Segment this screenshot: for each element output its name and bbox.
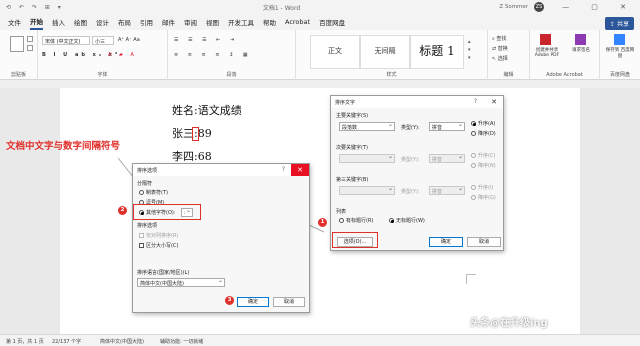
tab-separator-radio[interactable] (139, 190, 144, 195)
sort-help-button[interactable]: ? (474, 98, 477, 105)
status-bar: 第 1 页，共 1 页 22/137 个字 简体中文(中国大陆) 辅助功能: 一… (0, 334, 640, 346)
other-char-highlight (133, 204, 201, 220)
primary-key-select[interactable]: 段落数 (339, 121, 395, 131)
secondary-desc-label: 降序(N) (478, 163, 496, 169)
header-row-radio[interactable] (339, 218, 344, 223)
primary-key-label: 主要关键字(S) (336, 113, 369, 119)
sort-close-button[interactable]: ✕ (485, 96, 503, 108)
primary-asc-radio[interactable] (471, 121, 476, 126)
tab-separator-label: 制表符(T) (146, 190, 168, 196)
column-only-label: 仅对列排序(R) (146, 233, 179, 239)
secondary-key-select[interactable] (339, 153, 395, 163)
secondary-asc-radio[interactable] (471, 153, 476, 158)
sort-ok-button[interactable]: 确定 (429, 237, 463, 247)
sort-text-dialog: 排序文字 ? ✕ 主要关键字(S) 段落数 类型(Y): 拼音 升序(A) 降序… (330, 95, 504, 251)
secondary-asc-label: 升序(C) (478, 153, 496, 159)
third-key-label: 第三关键字(B) (336, 177, 369, 183)
third-desc-radio[interactable] (471, 195, 476, 200)
sort-options-dialog: 排序选项 ? ✕ 分隔符 制表符(T) 逗号(M) 其他字符(O): : 排序选… (132, 163, 310, 313)
no-header-row-radio[interactable] (389, 218, 394, 223)
third-type-label: 类型(Y): (401, 189, 420, 195)
accessibility-status[interactable]: 辅助功能: 一切就绪 (160, 338, 203, 345)
sort-dialog-title: 排序文字 (331, 96, 503, 108)
third-asc-label: 升序(I) (478, 185, 494, 191)
secondary-type-select[interactable]: 拼音 (429, 153, 465, 163)
third-key-select[interactable] (339, 185, 395, 195)
secondary-type-label: 类型(Y): (401, 157, 420, 163)
sort-options-section-label: 排序选项 (137, 223, 158, 229)
separator-label: 分隔符 (137, 181, 153, 187)
word-count[interactable]: 22/137 个字 (52, 338, 81, 345)
secondary-key-label: 次要关键字(T) (336, 145, 368, 151)
primary-desc-label: 降序(D) (478, 131, 496, 137)
options-button-highlight (332, 232, 378, 248)
header-row-label: 有标题行(R) (346, 218, 374, 224)
third-desc-label: 降序(G) (478, 195, 496, 201)
step-badge-1: 1 (318, 218, 327, 227)
step-badge-2: 2 (118, 206, 127, 215)
primary-asc-label: 升序(A) (478, 121, 496, 127)
third-asc-radio[interactable] (471, 185, 476, 190)
list-label: 列表 (336, 209, 347, 215)
watermark: 头条@在升级ing (470, 318, 548, 329)
options-ok-button[interactable]: 确定 (237, 297, 269, 307)
annotation-arrows (117, 157, 325, 233)
primary-type-select[interactable]: 拼音 (429, 121, 465, 131)
options-cancel-button[interactable]: 取消 (273, 297, 305, 307)
language-select[interactable]: 简体中文(中国大陆) (137, 277, 225, 287)
language-status[interactable]: 简体中文(中国大陆) (100, 338, 144, 345)
column-only-checkbox[interactable] (139, 233, 144, 238)
language-label: 排序语言(国家/地区)(L) (137, 270, 190, 276)
step-badge-3: 3 (225, 296, 234, 305)
primary-type-label: 类型(Y): (401, 125, 420, 131)
case-sensitive-label: 区分大小写(C) (146, 243, 179, 249)
options-close-button[interactable]: ✕ (291, 164, 309, 176)
page-count[interactable]: 第 1 页，共 1 页 (6, 338, 44, 345)
no-header-row-label: 无标题行(W) (396, 218, 425, 224)
secondary-desc-radio[interactable] (471, 163, 476, 168)
options-help-button[interactable]: ? (282, 166, 285, 173)
primary-desc-radio[interactable] (471, 131, 476, 136)
third-type-select[interactable]: 拼音 (429, 185, 465, 195)
sort-cancel-button[interactable]: 取消 (467, 237, 501, 247)
case-sensitive-checkbox[interactable] (139, 243, 144, 248)
